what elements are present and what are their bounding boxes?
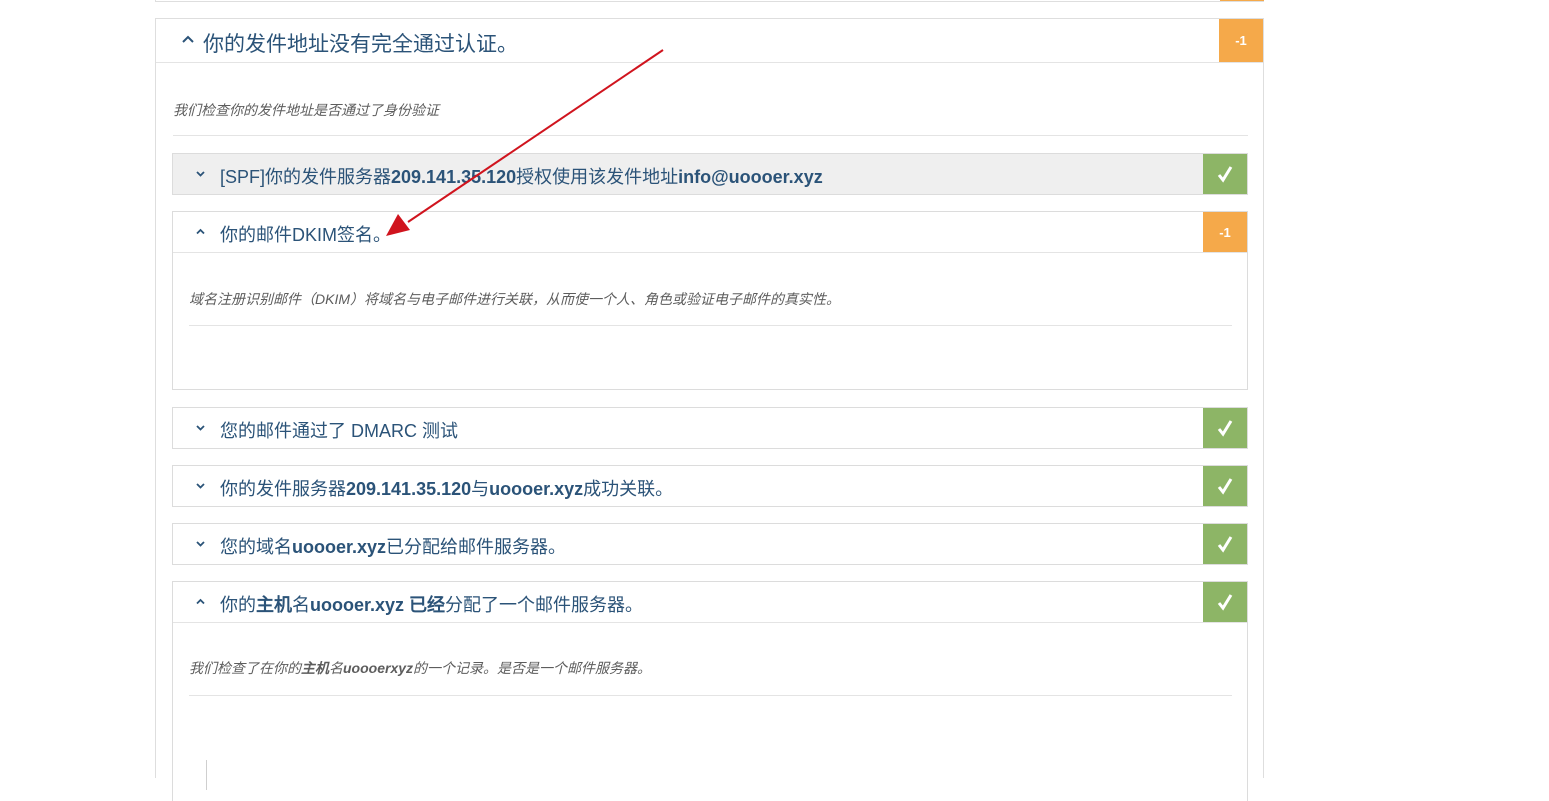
check-item-header[interactable]: 你的发件服务器209.141.35.120与uoooer.xyz成功关联。 [173,466,1247,506]
text-segment: 您的邮件通过了 DMARC 测试 [220,421,458,441]
check-icon [1217,420,1233,437]
chevron-down-icon[interactable] [194,421,207,434]
text-segment: 您的域名 [220,537,292,557]
check-icon [1217,536,1233,553]
text-segment: 主机 [301,660,329,676]
check-item-label: 你的主机名uoooer.xyz 已经分配了一个邮件服务器。 [220,591,643,617]
check-icon [1217,166,1233,183]
text-segment: uoooer.xyz 已经 [310,595,446,615]
chevron-up-icon[interactable] [194,595,207,608]
check-item-header[interactable]: 你的邮件DKIM签名。 -1 [173,212,1247,252]
text-segment: 的一个记录。是否是一个邮件服务器。 [413,660,652,676]
check-item-label: 您的邮件通过了 DMARC 测试 [220,417,458,443]
check-item-spf: [SPF]你的发件服务器209.141.35.120授权使用该发件地址info@… [172,153,1248,195]
previous-panel-edge [155,0,1264,2]
divider [173,135,1248,136]
text-segment: [SPF]你的发件服务器 [220,167,392,187]
divider [189,695,1232,696]
check-item-hostname: 你的主机名uoooer.xyz 已经分配了一个邮件服务器。 我们检查了在你的主机… [172,581,1248,801]
text-segment: 与 [471,479,490,499]
text-segment: uoooer.xyz [292,537,387,557]
pass-badge [1203,582,1247,622]
score-badge: -1 [1203,212,1247,252]
text-segment: 分配了一个邮件服务器。 [445,595,644,615]
text-segment: 你的邮件DKIM签名。 [220,225,391,245]
sender-auth-panel: 你的发件地址没有完全通过认证。 -1 我们检查你的发件地址是否通过了身份验证 [… [155,18,1264,801]
check-item-label: 你的邮件DKIM签名。 [220,221,391,247]
check-item-label: 你的发件服务器209.141.35.120与uoooer.xyz成功关联。 [220,475,673,501]
text-segment: uoooer.xyz [489,479,584,499]
text-segment: 已分配给邮件服务器。 [386,537,567,557]
score-badge: -1 [1219,19,1263,62]
chevron-down-icon[interactable] [194,537,207,550]
pass-badge [1203,154,1247,194]
check-icon [1217,594,1233,611]
text-segment: 我们检查了在你的 [189,660,301,676]
text-segment: 名 [329,660,343,676]
text-segment: info@uoooer.xyz [678,167,823,187]
text-segment: uoooerxyz [343,660,414,676]
chevron-up-icon[interactable] [180,31,196,47]
text-segment: 主机 [256,595,292,615]
check-item-label: [SPF]你的发件服务器209.141.35.120授权使用该发件地址info@… [220,163,823,189]
chevron-up-icon[interactable] [194,225,207,238]
dkim-description: 域名注册识别邮件（DKIM）将域名与电子邮件进行关联，从而使一个人、角色或验证电… [189,291,840,307]
check-item-domain-mx: 您的域名uoooer.xyz已分配给邮件服务器。 [172,523,1248,565]
check-item-server-association: 你的发件服务器209.141.35.120与uoooer.xyz成功关联。 [172,465,1248,507]
chevron-down-icon[interactable] [194,479,207,492]
text-segment: 授权使用该发件地址 [516,167,679,187]
text-segment: 你的 [220,595,256,615]
pass-badge [1203,408,1247,448]
sender-auth-title: 你的发件地址没有完全通过认证。 [203,33,518,56]
check-item-label: 您的域名uoooer.xyz已分配给邮件服务器。 [220,533,566,559]
check-item-header[interactable]: 您的域名uoooer.xyz已分配给邮件服务器。 [173,524,1247,564]
chevron-down-icon[interactable] [194,167,207,180]
text-segment: 名 [292,595,310,615]
text-segment: 你的发件服务器 [220,479,346,499]
check-item-header[interactable]: 您的邮件通过了 DMARC 测试 [173,408,1247,448]
previous-panel-badge [1220,0,1264,1]
hostname-description: 我们检查了在你的主机名uoooerxyz的一个记录。是否是一个邮件服务器。 [189,658,651,678]
text-cursor-line [206,760,207,790]
sender-auth-description: 我们检查你的发件地址是否通过了身份验证 [173,102,439,118]
check-item-dmarc: 您的邮件通过了 DMARC 测试 [172,407,1248,449]
check-item-header[interactable]: 你的主机名uoooer.xyz 已经分配了一个邮件服务器。 [173,582,1247,622]
text-segment: 209.141.35.120 [346,479,472,499]
divider [173,252,1247,253]
divider [173,622,1247,623]
text-segment: 209.141.35.120 [391,167,517,187]
pass-badge [1203,524,1247,564]
divider [189,325,1232,326]
check-item-header[interactable]: [SPF]你的发件服务器209.141.35.120授权使用该发件地址info@… [173,154,1247,194]
check-icon [1217,478,1233,495]
pass-badge [1203,466,1247,506]
check-item-dkim: 你的邮件DKIM签名。 -1 域名注册识别邮件（DKIM）将域名与电子邮件进行关… [172,211,1248,390]
text-segment: 成功关联。 [583,479,674,499]
sender-auth-header[interactable]: 你的发件地址没有完全通过认证。 -1 [156,19,1263,63]
